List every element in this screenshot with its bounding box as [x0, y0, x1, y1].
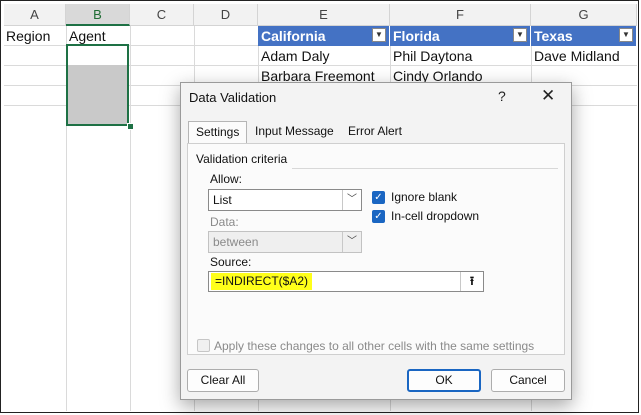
filter-dropdown-icon[interactable]: ▼	[619, 28, 633, 42]
grid-line	[130, 26, 131, 411]
table-header-texas[interactable]: Texas ▼	[531, 26, 637, 46]
clear-all-button[interactable]: Clear All	[187, 369, 259, 392]
chevron-down-icon[interactable]: ﹀	[342, 190, 361, 210]
ignore-blank-checkbox[interactable]: ✓	[372, 191, 385, 204]
help-button[interactable]: ?	[498, 88, 506, 104]
tab-error-alert[interactable]: Error Alert	[341, 121, 409, 143]
filter-dropdown-icon[interactable]: ▼	[372, 28, 386, 42]
allow-select-value: List	[213, 193, 232, 207]
close-icon[interactable]: ✕	[541, 86, 555, 106]
table-header-label: Florida	[393, 28, 440, 44]
table-header-label: Texas	[534, 28, 573, 44]
column-header-g[interactable]: G	[531, 4, 637, 26]
column-header-b[interactable]: B	[66, 4, 130, 26]
cell-a1[interactable]: Region	[6, 28, 50, 44]
table-cell[interactable]: Dave Midland	[534, 48, 620, 64]
data-label: Data:	[210, 215, 239, 229]
cancel-button[interactable]: Cancel	[491, 369, 565, 392]
table-cell[interactable]: Adam Daly	[261, 48, 329, 64]
table-header-label: California	[261, 28, 326, 44]
apply-all-label: Apply these changes to all other cells w…	[214, 339, 535, 353]
data-validation-dialog: Data Validation ? ✕ Settings Input Messa…	[180, 82, 572, 400]
allow-label: Allow:	[210, 172, 243, 186]
dialog-title: Data Validation	[189, 90, 277, 105]
column-header-d[interactable]: D	[194, 4, 258, 26]
tab-settings[interactable]: Settings	[188, 121, 248, 144]
in-cell-dropdown-label[interactable]: In-cell dropdown	[391, 209, 479, 223]
column-header-e[interactable]: E	[258, 4, 390, 26]
settings-panel: Validation criteria Allow: List ﹀ ✓ Igno…	[187, 143, 565, 355]
column-header-c[interactable]: C	[130, 4, 194, 26]
column-header-f[interactable]: F	[390, 4, 531, 26]
cell-b1[interactable]: Agent	[69, 28, 106, 44]
source-input[interactable]: =INDIRECT($A2) ⭱	[208, 271, 484, 292]
section-divider	[292, 168, 558, 169]
allow-select[interactable]: List ﹀	[208, 189, 362, 211]
ok-button[interactable]: OK	[407, 369, 481, 392]
source-formula: =INDIRECT($A2)	[211, 273, 313, 290]
data-select-value: between	[213, 235, 259, 249]
fill-handle[interactable]	[127, 123, 134, 130]
column-header-a[interactable]: A	[4, 4, 66, 26]
selection-range[interactable]	[66, 44, 129, 126]
section-title: Validation criteria	[196, 152, 288, 166]
filter-dropdown-icon[interactable]: ▼	[513, 28, 527, 42]
chevron-down-icon: ﹀	[342, 232, 361, 252]
collapse-dialog-icon[interactable]: ⭱	[460, 272, 483, 291]
table-header-florida[interactable]: Florida ▼	[390, 26, 531, 46]
ignore-blank-label[interactable]: Ignore blank	[391, 190, 457, 204]
apply-all-checkbox[interactable]	[197, 339, 210, 352]
table-header-california[interactable]: California ▼	[258, 26, 390, 46]
in-cell-dropdown-checkbox[interactable]: ✓	[372, 210, 385, 223]
source-label: Source:	[210, 255, 252, 269]
data-select: between ﹀	[208, 231, 362, 253]
tab-input-message[interactable]: Input Message	[248, 121, 341, 143]
table-cell[interactable]: Phil Daytona	[393, 48, 472, 64]
